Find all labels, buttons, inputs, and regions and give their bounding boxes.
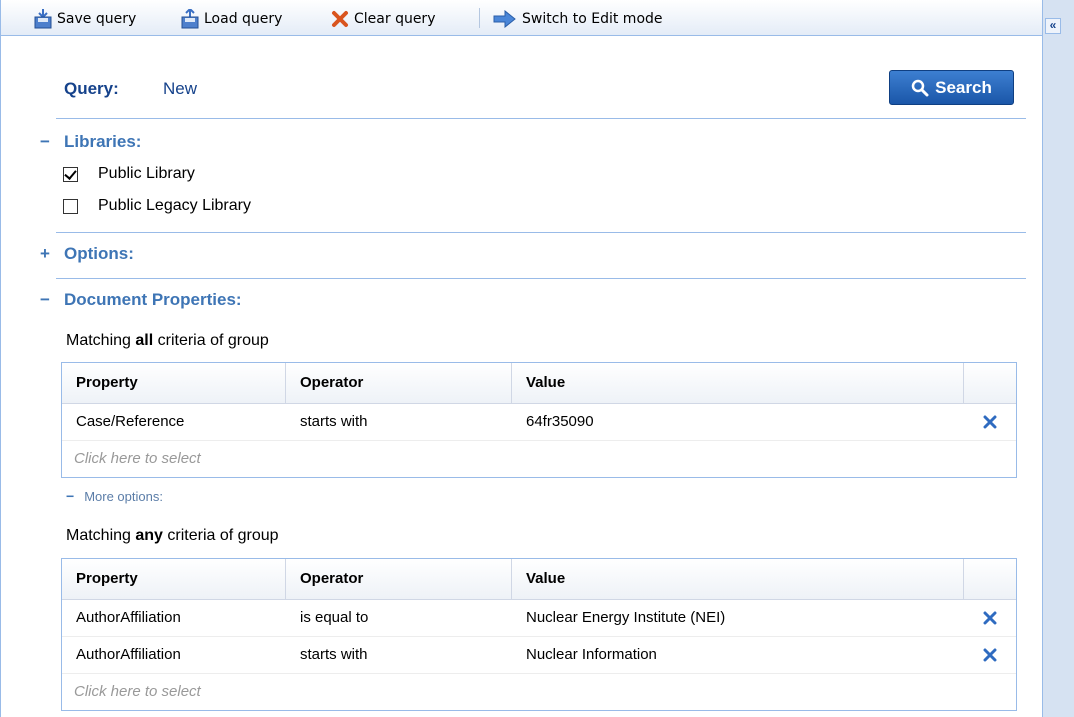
load-query-button[interactable]: Load query [181,8,282,30]
cell-property: AuthorAffiliation [76,646,181,663]
load-query-label: Load query [204,11,283,27]
search-button-label: Search [935,77,992,97]
delete-row-button[interactable] [964,637,1016,673]
cell-value: Nuclear Information [526,646,657,663]
column-header-actions [964,559,1016,599]
delete-row-button[interactable] [964,404,1016,440]
switch-edit-mode-button[interactable]: Switch to Edit mode [493,8,663,30]
column-header-value[interactable]: Value [512,363,964,403]
libraries-title: Libraries: [64,132,142,151]
options-section-header[interactable]: + Options: [40,244,134,264]
cell-property: AuthorAffiliation [76,609,181,626]
libraries-section-header[interactable]: − Libraries: [40,132,141,152]
search-icon [911,79,929,96]
switch-edit-mode-label: Switch to Edit mode [522,11,663,27]
query-label: Query: [64,79,119,98]
cell-value: 64fr35090 [526,413,594,430]
delete-row-button[interactable] [964,600,1016,636]
library-option-public-library[interactable]: Public Library [63,164,195,184]
column-header-value[interactable]: Value [512,559,964,599]
collapse-panel-button[interactable]: « [1045,18,1061,34]
save-query-button[interactable]: Save query [34,8,136,30]
table-row[interactable]: AuthorAffiliation starts with Nuclear In… [62,637,1016,674]
column-header-actions [964,363,1016,403]
cell-property: Case/Reference [76,413,185,430]
more-options-label: More options: [84,488,163,504]
delete-icon [983,611,997,625]
document-properties-title: Document Properties: [64,290,242,309]
grid-header: Property Operator Value [62,559,1016,600]
criteria-grid-all: Property Operator Value Case/Reference s… [61,362,1017,478]
cell-operator: starts with [300,413,368,430]
group-caption-any: Matching any criteria of group [66,527,279,544]
divider [56,232,1026,233]
expand-icon: + [40,244,50,263]
divider [56,118,1026,119]
arrow-right-icon [493,10,516,28]
toolbar: Save query Load query Clear query Switch… [0,0,1042,36]
column-header-operator[interactable]: Operator [286,559,512,599]
toolbar-separator [479,8,480,28]
save-icon [34,9,52,29]
more-options-toggle[interactable]: − More options: [66,488,163,504]
delete-icon [983,415,997,429]
column-header-operator[interactable]: Operator [286,363,512,403]
add-criteria-row[interactable]: Click here to select [62,441,1016,477]
grid-header: Property Operator Value [62,363,1016,404]
clear-query-label: Clear query [354,11,436,27]
add-criteria-row[interactable]: Click here to select [62,674,1016,710]
document-properties-section-header[interactable]: − Document Properties: [40,290,242,310]
query-name: New [163,79,198,98]
save-query-label: Save query [57,11,137,27]
table-row[interactable]: AuthorAffiliation is equal to Nuclear En… [62,600,1016,637]
table-row[interactable]: Case/Reference starts with 64fr35090 [62,404,1016,441]
cell-value: Nuclear Energy Institute (NEI) [526,609,726,626]
collapse-icon: − [40,290,50,309]
public-library-label: Public Library [98,165,195,182]
column-header-property[interactable]: Property [62,363,286,403]
divider [56,278,1026,279]
public-library-checkbox[interactable] [63,166,78,182]
delete-icon [983,648,997,662]
options-title: Options: [64,244,134,263]
search-button[interactable]: Search [889,70,1014,105]
criteria-grid-any: Property Operator Value AuthorAffiliatio… [61,558,1017,711]
library-option-public-legacy-library[interactable]: Public Legacy Library [63,196,251,216]
collapse-icon: − [66,488,75,504]
group-caption-all: Matching all criteria of group [66,332,269,349]
public-legacy-library-checkbox[interactable] [63,198,78,214]
right-rail [1042,0,1074,717]
public-legacy-library-label: Public Legacy Library [98,197,251,214]
load-icon [181,9,199,29]
clear-query-button[interactable]: Clear query [331,8,435,30]
clear-icon [332,11,348,27]
collapse-icon: − [40,132,50,151]
column-header-property[interactable]: Property [62,559,286,599]
cell-operator: starts with [300,646,368,663]
cell-operator: is equal to [300,609,369,626]
